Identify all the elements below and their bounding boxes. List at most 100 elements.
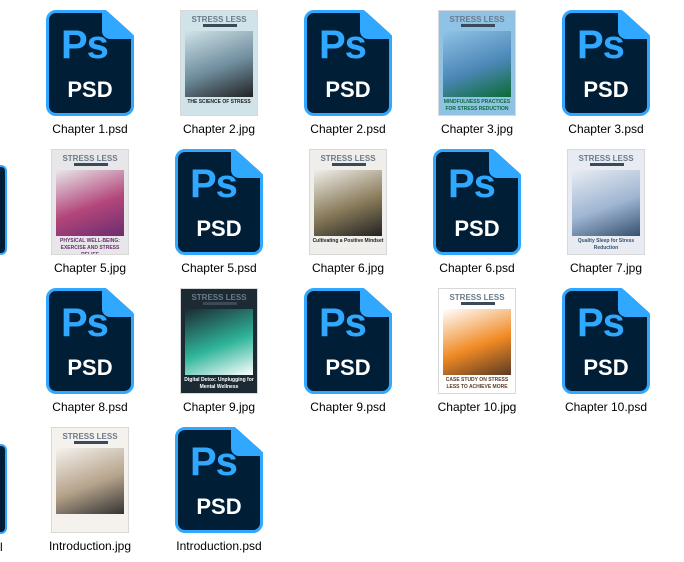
image-thumbnail: STRESS LESS Cultivating a Positive Mindse… [309, 149, 387, 255]
cover-caption [54, 516, 126, 530]
file-item-psd[interactable]: Ps PSD Introduction.psd [163, 425, 275, 559]
cover-photo [56, 448, 124, 514]
photoshop-file-icon: Ps PSD [175, 427, 263, 533]
file-item-psd[interactable]: Ps PSD Chapter 6.psd [421, 147, 533, 281]
file-item-jpg[interactable]: STRESS LESS Introduction.jpg [34, 425, 146, 559]
cover-photo [443, 31, 511, 97]
file-item-psd[interactable]: Ps PSD Chapter 2.psd [292, 8, 404, 142]
brand-underline [74, 441, 108, 444]
image-thumbnail: STRESS LESS CASE STUDY ON STRESS LESS TO … [438, 288, 516, 394]
photoshop-file-icon: Ps PSD [46, 10, 134, 116]
cover-caption: CASE STUDY ON STRESS LESS TO ACHIEVE MOR… [445, 377, 509, 390]
brand-underline [332, 163, 366, 166]
brand-logo-text: STRESS LESS [191, 15, 247, 24]
file-thumbnail[interactable]: STRESS LESS [34, 425, 146, 533]
file-name-label: Chapter 6.jpg [311, 261, 385, 275]
file-thumbnail[interactable]: STRESS LESS Cultivating a Positive Mindse… [292, 147, 404, 255]
image-thumbnail: STRESS LESS Digital Detox: Unplugging for… [180, 288, 258, 394]
psd-extension-text: PSD [325, 355, 371, 380]
brand-logo-text: STRESS LESS [578, 154, 634, 163]
file-name-label: Introduction.jpg [48, 539, 132, 553]
brand-logo-text: STRESS LESS [62, 154, 118, 163]
brand-underline [74, 163, 108, 166]
ps-glyph: Ps [190, 440, 238, 484]
cover-caption: PHYSICAL WELL-BEING: EXERCISE AND STRESS… [60, 238, 120, 255]
file-item-psd[interactable]: Ps PSD Chapter 9.psd [292, 286, 404, 420]
file-thumbnail[interactable]: Ps PSD [550, 286, 662, 394]
file-item-jpg[interactable]: STRESS LESS Digital Detox: Unplugging for… [163, 286, 275, 420]
cover-caption: THE SCIENCE OF STRESS [187, 99, 251, 105]
file-thumbnail[interactable]: Ps PSD [34, 8, 146, 116]
file-name-label: Chapter 3.jpg [440, 122, 514, 136]
cover-photo [572, 170, 640, 236]
brand-logo-text: STRESS LESS [449, 15, 505, 24]
cover-caption: MINDFULNESS PRACTICES FOR STRESS REDUCTI… [443, 99, 511, 112]
cover-caption: Cultivating a Positive Mindset [312, 238, 384, 244]
file-item-jpg[interactable]: STRESS LESS PHYSICAL WELL-BEING: EXERCISE… [34, 147, 146, 281]
cover-photo [314, 170, 382, 236]
photoshop-file-icon: Ps PSD [562, 10, 650, 116]
file-item-jpg[interactable]: STRESS LESS MINDFULNESS PRACTICES FOR STR… [421, 8, 533, 142]
photoshop-file-icon: Ps PSD [433, 149, 521, 255]
file-thumbnail[interactable]: Ps PSD [34, 286, 146, 394]
image-thumbnail: STRESS LESS MINDFULNESS PRACTICES FOR STR… [438, 10, 516, 116]
file-item-jpg[interactable]: STRESS LESS THE SCIENCE OF STRESS Chapter … [163, 8, 275, 142]
file-thumbnail[interactable]: STRESS LESS CASE STUDY ON STRESS LESS TO … [421, 286, 533, 394]
psd-extension-text: PSD [67, 77, 113, 102]
file-name-label: Chapter 2.jpg [182, 122, 256, 136]
file-name-label: Chapter 6.psd [439, 261, 515, 275]
file-name-label: Chapter 1.psd [52, 122, 128, 136]
file-thumbnail[interactable]: Ps PSD [550, 8, 662, 116]
psd-extension-text: PSD [325, 77, 371, 102]
brand-logo-text: STRESS LESS [320, 154, 376, 163]
file-item-psd[interactable]: Ps PSD Chapter 10.psd [550, 286, 662, 420]
file-thumbnail[interactable]: STRESS LESS THE SCIENCE OF STRESS [163, 8, 275, 116]
partial-psd-icon[interactable] [0, 165, 7, 255]
brand-logo-text: STRESS LESS [449, 293, 505, 302]
ps-glyph: Ps [577, 301, 625, 345]
cover-caption: Quality Sleep for Stress Reduction [577, 238, 635, 251]
file-thumbnail[interactable]: STRESS LESS MINDFULNESS PRACTICES FOR STR… [421, 8, 533, 116]
brand-logo-text: STRESS LESS [191, 293, 247, 302]
file-name-label: Chapter 7.jpg [569, 261, 643, 275]
file-item-psd[interactable]: Ps PSD Chapter 5.psd [163, 147, 275, 281]
brand-underline [203, 24, 237, 27]
file-name-label: Chapter 2.psd [310, 122, 386, 136]
file-thumbnail[interactable]: STRESS LESS Digital Detox: Unplugging for… [163, 286, 275, 394]
psd-extension-text: PSD [196, 216, 242, 241]
file-name-label: Chapter 5.jpg [53, 261, 127, 275]
brand-underline [590, 163, 624, 166]
ps-glyph: Ps [319, 23, 367, 67]
photoshop-file-icon: Ps PSD [304, 288, 392, 394]
file-thumbnail[interactable]: Ps PSD [421, 147, 533, 255]
file-thumbnail[interactable]: STRESS LESS Quality Sleep for Stress Redu… [550, 147, 662, 255]
file-name-label: Chapter 10.psd [564, 400, 648, 414]
psd-extension-text: PSD [583, 77, 629, 102]
ps-glyph: Ps [61, 301, 109, 345]
file-thumbnail[interactable]: Ps PSD [292, 286, 404, 394]
file-item-jpg[interactable]: STRESS LESS Cultivating a Positive Mindse… [292, 147, 404, 281]
psd-extension-text: PSD [67, 355, 113, 380]
file-name-label: Chapter 9.jpg [182, 400, 256, 414]
file-thumbnail[interactable]: Ps PSD [292, 8, 404, 116]
psd-extension-text: PSD [196, 494, 242, 519]
file-item-jpg[interactable]: STRESS LESS Quality Sleep for Stress Redu… [550, 147, 662, 281]
file-thumbnail[interactable]: Ps PSD [163, 425, 275, 533]
file-item-jpg[interactable]: STRESS LESS CASE STUDY ON STRESS LESS TO … [421, 286, 533, 420]
file-thumbnail[interactable]: STRESS LESS PHYSICAL WELL-BEING: EXERCISE… [34, 147, 146, 255]
file-name-label: Chapter 3.psd [568, 122, 644, 136]
file-item-psd[interactable]: Ps PSD Chapter 1.psd [34, 8, 146, 142]
cover-photo [185, 309, 253, 375]
ps-glyph: Ps [61, 23, 109, 67]
brand-underline [203, 302, 237, 305]
file-item-psd[interactable]: Ps PSD Chapter 3.psd [550, 8, 662, 142]
psd-extension-text: PSD [454, 216, 500, 241]
file-name-label: Chapter 5.psd [181, 261, 257, 275]
file-name-label: Chapter 10.jpg [437, 400, 517, 414]
photoshop-file-icon: Ps PSD [46, 288, 134, 394]
file-thumbnail[interactable]: Ps PSD [163, 147, 275, 255]
file-item-psd[interactable]: Ps PSD Chapter 8.psd [34, 286, 146, 420]
brand-underline [461, 302, 495, 305]
partial-psd-icon[interactable] [0, 444, 7, 534]
psd-extension-text: PSD [583, 355, 629, 380]
